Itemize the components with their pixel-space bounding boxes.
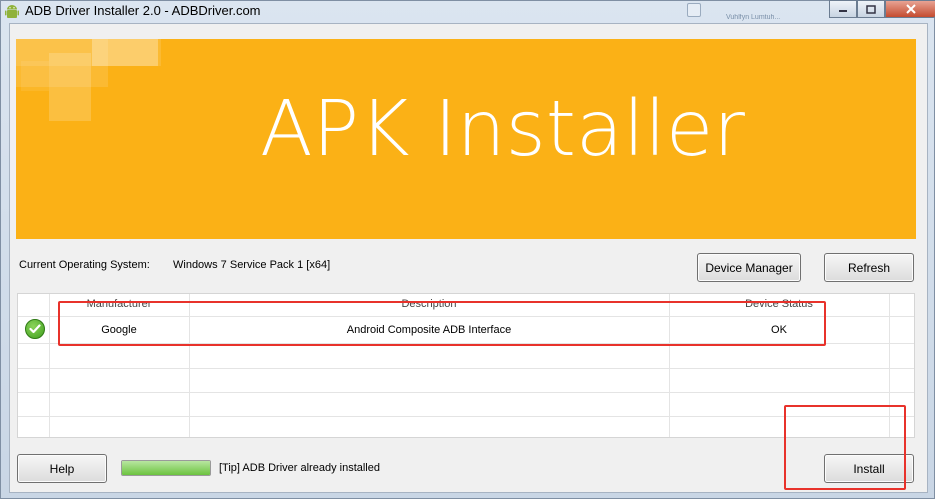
tip-text: [Tip] ADB Driver already installed: [219, 462, 380, 474]
banner-decoration: [49, 53, 91, 121]
android-icon: [5, 4, 19, 20]
caption-buttons: [829, 0, 935, 20]
os-value: Windows 7 Service Pack 1 [x64]: [173, 259, 331, 271]
maximize-button[interactable]: [857, 0, 885, 18]
banner-decoration: [21, 61, 49, 91]
check-circle-icon: [25, 319, 45, 339]
highlight-box-install: [784, 405, 906, 490]
banner-title: APK Installer: [260, 85, 745, 174]
maximize-icon: [866, 4, 876, 14]
close-icon: [906, 4, 916, 14]
progress-bar: [121, 460, 211, 476]
highlight-box-table-row: [58, 301, 826, 346]
progress-fill: [122, 461, 210, 475]
window-title: ADB Driver Installer 2.0 - ADBDriver.com: [25, 3, 261, 18]
banner-decoration: [92, 39, 158, 66]
minimize-button[interactable]: [829, 0, 857, 18]
help-button[interactable]: Help: [17, 454, 107, 483]
minimize-icon: [839, 10, 847, 12]
close-button[interactable]: [885, 0, 935, 18]
banner: APK Installer: [16, 39, 916, 239]
os-label: Current Operating System:: [19, 259, 150, 271]
row-divider: [18, 368, 914, 369]
row-divider: [18, 392, 914, 393]
row-divider: [18, 416, 914, 417]
background-window-hint: Vuhlfyn Lumtuh...: [726, 14, 781, 21]
title-bar[interactable]: ADB Driver Installer 2.0 - ADBDriver.com…: [1, 0, 935, 23]
tray-icon: [687, 3, 701, 17]
app-window: ADB Driver Installer 2.0 - ADBDriver.com…: [0, 0, 935, 499]
refresh-button[interactable]: Refresh: [824, 253, 914, 282]
device-manager-button[interactable]: Device Manager: [697, 253, 801, 282]
